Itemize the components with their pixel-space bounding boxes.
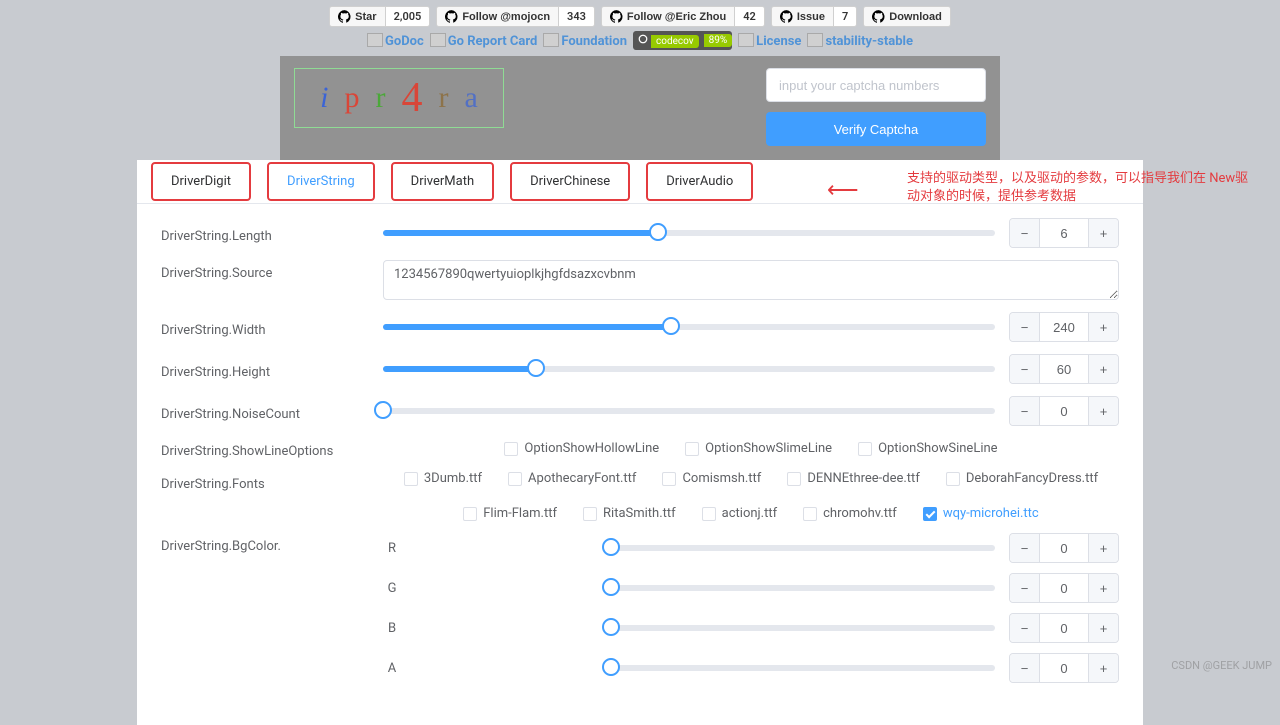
github-issue-count: 7 [834,6,857,27]
badge-stability[interactable]: stability-stable [807,33,913,49]
slider-length[interactable] [383,230,995,236]
tab-driverchinese[interactable]: DriverChinese [510,162,630,201]
number-noise[interactable]: − + [1009,396,1119,426]
decrement-button[interactable]: − [1010,397,1040,425]
label-fonts: DriverString.Fonts [161,471,383,492]
number-bg-G-value[interactable] [1040,574,1088,602]
slider-bg-B[interactable] [611,625,995,631]
label-bg-A: A [383,661,401,676]
label-bg-B: B [383,621,401,636]
driver-config-card: DriverDigit DriverString DriverMath Driv… [137,160,1143,725]
label-length: DriverString.Length [161,223,383,244]
number-length-value[interactable] [1040,219,1088,247]
checkbox-font-RitaSmith.ttf[interactable]: RitaSmith.ttf [583,506,676,521]
number-noise-value[interactable] [1040,397,1088,425]
verify-captcha-button[interactable]: Verify Captcha [766,112,986,146]
number-height[interactable]: − + [1009,354,1119,384]
slider-bg-A[interactable] [611,665,995,671]
slider-bg-G[interactable] [611,585,995,591]
captcha-input[interactable] [766,68,986,102]
checkbox-font-Flim-Flam.ttf[interactable]: Flim-Flam.ttf [463,506,557,521]
checkbox-font-Comismsh.ttf[interactable]: Comismsh.ttf [662,471,761,486]
increment-button[interactable]: + [1088,397,1118,425]
decrement-button[interactable]: − [1010,313,1040,341]
slider-noise[interactable] [383,408,995,414]
number-length[interactable]: − + [1009,218,1119,248]
number-bg-B[interactable]: − + [1009,613,1119,643]
increment-button[interactable]: + [1088,313,1118,341]
decrement-button[interactable]: − [1010,614,1040,642]
increment-button[interactable]: + [1088,219,1118,247]
annotation-arrow-icon: ⟵ [827,178,859,203]
label-width: DriverString.Width [161,317,383,338]
increment-button[interactable]: + [1088,654,1118,682]
number-width[interactable]: − + [1009,312,1119,342]
checkbox-font-3Dumb.ttf[interactable]: 3Dumb.ttf [404,471,482,486]
number-bg-G[interactable]: − + [1009,573,1119,603]
increment-button[interactable]: + [1088,614,1118,642]
tab-driverdigit[interactable]: DriverDigit [151,162,251,201]
github-follow-eric-count: 42 [735,6,765,27]
badges-row: GoDoc Go Report Card Foundation codecov … [0,31,1280,56]
checkbox-font-DeborahFancyDress.ttf[interactable]: DeborahFancyDress.ttf [946,471,1098,486]
checkbox-font-DENNEthree-dee.ttf[interactable]: DENNEthree-dee.ttf [787,471,920,486]
number-height-value[interactable] [1040,355,1088,383]
label-bgcolor: DriverString.BgColor. [161,533,383,554]
driver-tabs: DriverDigit DriverString DriverMath Driv… [137,160,1143,204]
number-bg-R-value[interactable] [1040,534,1088,562]
number-bg-B-value[interactable] [1040,614,1088,642]
number-bg-A-value[interactable] [1040,654,1088,682]
decrement-button[interactable]: − [1010,574,1040,602]
textarea-source[interactable]: 1234567890qwertyuioplkjhgfdsazxcvbnm [383,260,1119,300]
label-showline: DriverString.ShowLineOptions [161,438,383,459]
github-follow-mojocn-count: 343 [559,6,595,27]
captcha-image: ipr4ra [294,68,504,128]
tab-driverstring[interactable]: DriverString [267,162,375,201]
label-noise: DriverString.NoiseCount [161,401,383,422]
number-bg-R[interactable]: − + [1009,533,1119,563]
github-star-button[interactable]: Star [329,6,385,27]
decrement-button[interactable]: − [1010,534,1040,562]
watermark-text: CSDN @GEEK JUMP [1171,659,1272,672]
captcha-panel: ipr4ra Verify Captcha [280,56,1000,160]
slider-height[interactable] [383,366,995,372]
number-width-value[interactable] [1040,313,1088,341]
checkbox-OptionShowHollowLine[interactable]: OptionShowHollowLine [504,441,659,456]
decrement-button[interactable]: − [1010,355,1040,383]
badge-godoc[interactable]: GoDoc [367,33,424,49]
checkbox-OptionShowSineLine[interactable]: OptionShowSineLine [858,441,998,456]
github-button-bar: Star 2,005 Follow @mojocn 343 Follow @Er… [0,0,1280,31]
increment-button[interactable]: + [1088,534,1118,562]
increment-button[interactable]: + [1088,574,1118,602]
decrement-button[interactable]: − [1010,654,1040,682]
github-star-count: 2,005 [386,6,431,27]
checkbox-font-actionj.ttf[interactable]: actionj.ttf [702,506,777,521]
label-height: DriverString.Height [161,359,383,380]
github-follow-eric-button[interactable]: Follow @Eric Zhou [601,6,735,27]
github-follow-mojocn-button[interactable]: Follow @mojocn [436,6,559,27]
slider-bg-R[interactable] [611,545,995,551]
label-source: DriverString.Source [161,260,383,281]
number-bg-A[interactable]: − + [1009,653,1119,683]
increment-button[interactable]: + [1088,355,1118,383]
checkbox-font-ApothecaryFont.ttf[interactable]: ApothecaryFont.ttf [508,471,636,486]
label-bg-R: R [383,541,401,556]
badge-license[interactable]: License [738,33,801,49]
checkbox-OptionShowSlimeLine[interactable]: OptionShowSlimeLine [685,441,832,456]
tab-driveraudio[interactable]: DriverAudio [646,162,753,201]
github-issue-button[interactable]: Issue [771,6,834,27]
annotation-text: 支持的驱动类型，以及驱动的参数，可以指导我们在 New驱动对象的时候，提供参考数… [907,170,1257,206]
github-download-button[interactable]: Download [863,6,951,27]
label-bg-G: G [383,581,401,596]
tab-drivermath[interactable]: DriverMath [391,162,494,201]
slider-width[interactable] [383,324,995,330]
badge-foundation[interactable]: Foundation [543,33,627,49]
badge-goreport[interactable]: Go Report Card [430,33,538,49]
decrement-button[interactable]: − [1010,219,1040,247]
checkbox-font-chromohv.ttf[interactable]: chromohv.ttf [803,506,897,521]
badge-codecov[interactable]: codecov 89% [633,31,732,50]
checkbox-font-wqy-microhei.ttc[interactable]: wqy-microhei.ttc [923,506,1039,521]
